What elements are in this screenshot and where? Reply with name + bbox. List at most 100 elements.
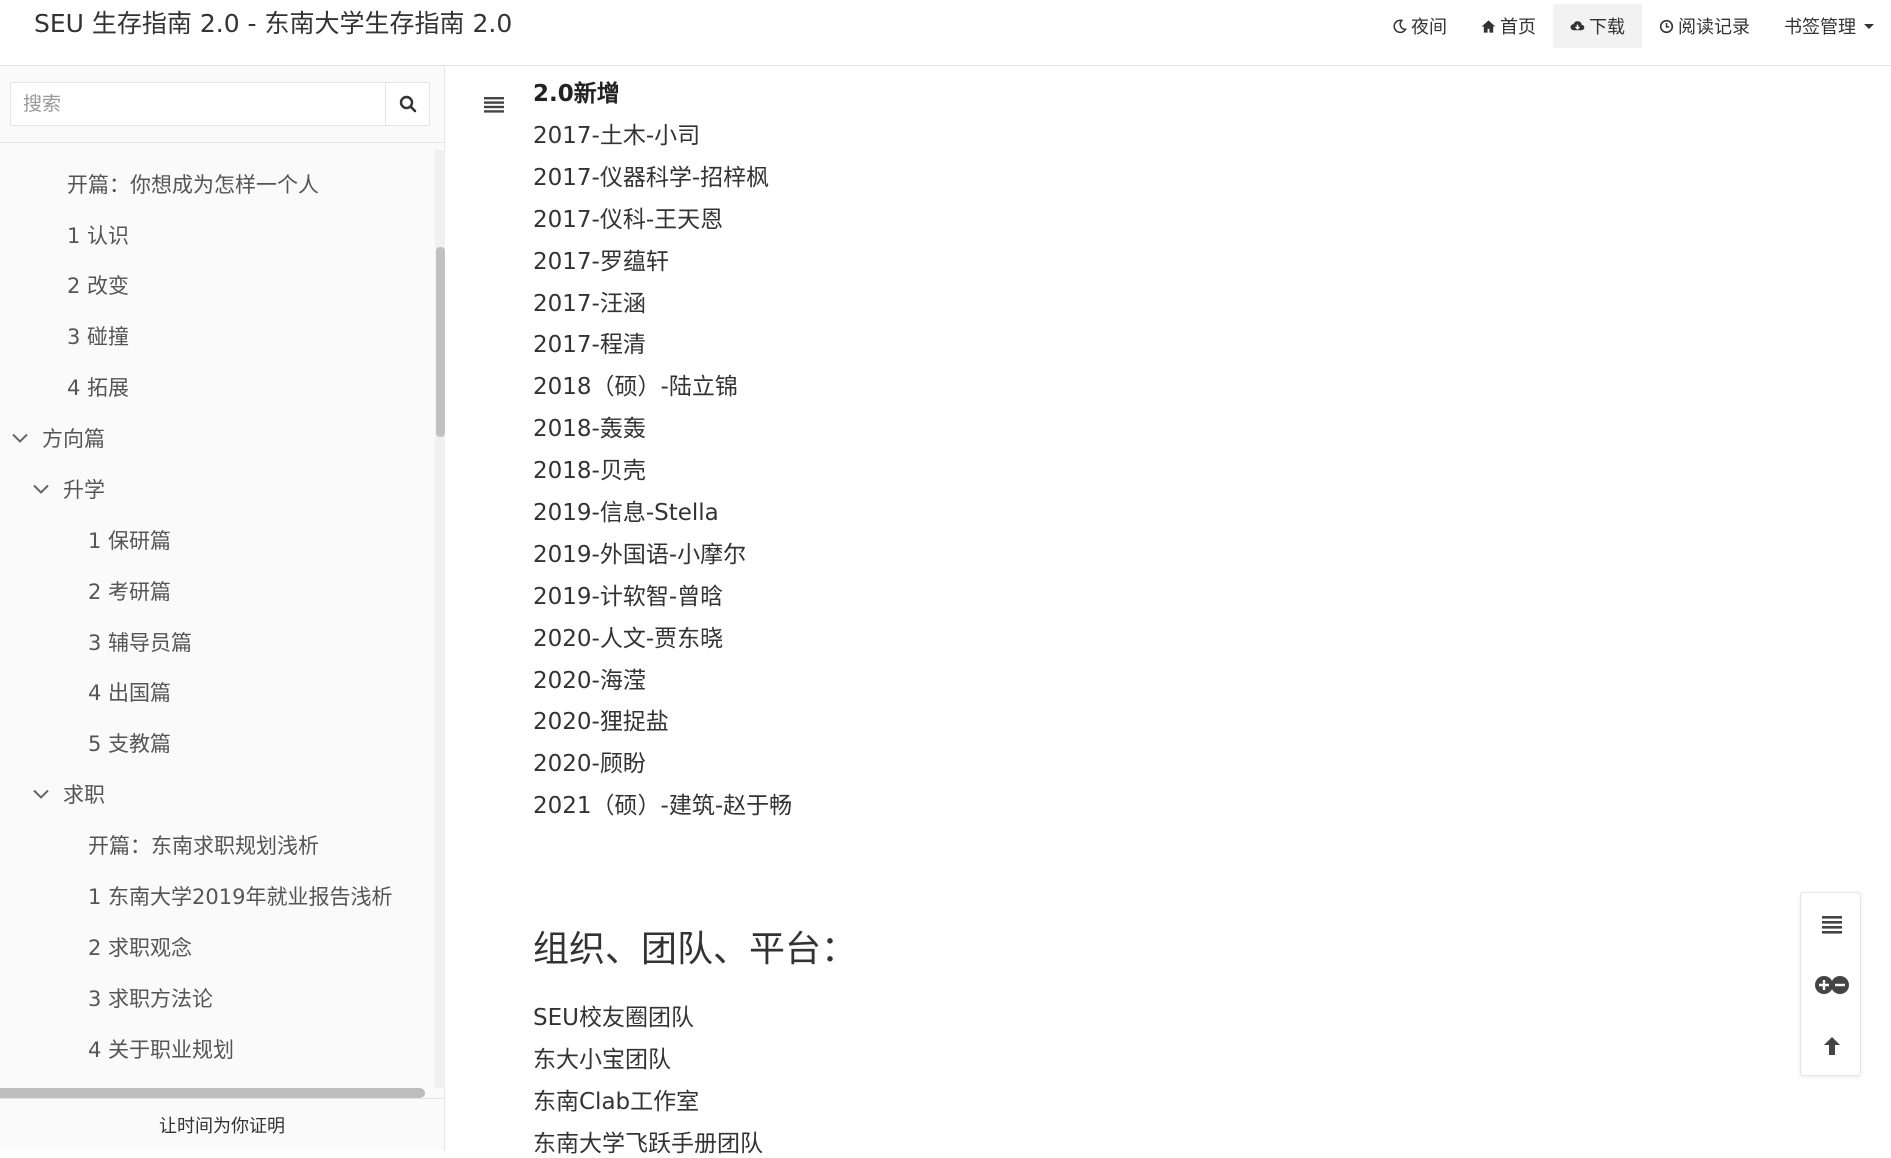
sidebar-divider — [0, 142, 444, 143]
toc-item-label: 2 考研篇 — [88, 580, 172, 604]
author-line: 2018-贝壳 — [533, 458, 646, 484]
cloud-download-icon — [1570, 19, 1585, 34]
back-to-top-button[interactable] — [1801, 1015, 1862, 1076]
author-line: 2019-外国语-小摩尔 — [533, 542, 747, 568]
top-nav: 夜间 首页 下载 阅读记录 书签管理 — [1375, 4, 1891, 48]
nav-night-label: 夜间 — [1411, 17, 1447, 38]
floating-toolbar — [1800, 892, 1861, 1076]
chevron-down-icon[interactable] — [31, 479, 51, 499]
sidebar-footer: 让时间为你证明 — [0, 1098, 444, 1151]
toc-item-label: 3 碰撞 — [67, 325, 130, 349]
clock-icon — [1659, 19, 1674, 34]
org-line: SEU校友圈团队 — [533, 1005, 694, 1031]
nav-bookmark-manager[interactable]: 书签管理 — [1767, 4, 1891, 48]
author-line: 2017-仪器科学-招梓枫 — [533, 165, 770, 191]
zoom-plus-minus-icon — [1814, 975, 1849, 994]
nav-download[interactable]: 下载 — [1553, 4, 1642, 48]
toc-toggle-button[interactable] — [482, 92, 506, 116]
author-line: 2018-轰轰 — [533, 416, 646, 442]
toc-item-label: 1 东南大学2019年就业报告浅析 — [88, 885, 393, 909]
search-input[interactable] — [11, 83, 385, 125]
toc-item-label: 3 求职方法论 — [88, 987, 214, 1011]
section-new-in-2-0: 2.0新增 — [533, 81, 620, 107]
toc-item-label: 2 求职观念 — [88, 936, 193, 960]
chevron-down-icon[interactable] — [10, 428, 30, 448]
site-title[interactable]: SEU 生存指南 2.0 - 东南大学生存指南 2.0 — [34, 8, 512, 40]
nav-reading-history[interactable]: 阅读记录 — [1642, 4, 1767, 48]
toc-item[interactable]: 3 辅导员篇 — [88, 622, 192, 662]
home-icon — [1481, 19, 1496, 34]
author-line: 2017-罗蕴轩 — [533, 249, 669, 275]
toc-item-label: 5 支教篇 — [88, 732, 172, 756]
toc-section-direction[interactable]: 方向篇 — [10, 418, 105, 458]
nav-home[interactable]: 首页 — [1464, 4, 1553, 48]
toc-item-label: 4 关于职业规划 — [88, 1038, 235, 1062]
toc-item-label: 开篇：东南求职规划浅析 — [88, 834, 319, 858]
moon-icon — [1392, 18, 1407, 34]
toc-item[interactable]: 3 碰撞 — [67, 316, 129, 356]
author-line: 2017-仪科-王天恩 — [533, 207, 724, 233]
sidebar-horizontal-scrollbar[interactable] — [0, 1088, 425, 1098]
nav-night-mode[interactable]: 夜间 — [1375, 4, 1464, 48]
toc-section-label: 升学 — [63, 478, 105, 502]
search-button[interactable] — [385, 83, 429, 125]
toc-item[interactable]: 4 出国篇 — [88, 672, 171, 712]
org-line: 东南大学飞跃手册团队 — [533, 1131, 763, 1157]
search-icon — [399, 95, 416, 113]
arrow-up-icon — [1823, 1036, 1840, 1055]
toc-item[interactable]: 1 认识 — [67, 215, 129, 255]
search-box — [10, 82, 430, 126]
toc-item-label: 1 保研篇 — [88, 529, 172, 553]
author-line: 2018（硕）-陆立锦 — [533, 374, 738, 400]
toc-item-label: 4 出国篇 — [88, 681, 172, 705]
toc-section-job-hunting[interactable]: 求职 — [31, 774, 105, 814]
chevron-down-icon[interactable] — [31, 784, 51, 804]
toc-item[interactable]: 2 改变 — [67, 265, 129, 305]
toc-item[interactable]: 4 拓展 — [67, 367, 129, 407]
author-line: 2020-海滢 — [533, 668, 646, 694]
toc-section-label: 方向篇 — [42, 427, 105, 451]
toc-item-label: 开篇：你想成为怎样一个人 — [67, 173, 319, 197]
author-line: 2019-计软智-曾晗 — [533, 584, 724, 610]
toc-section-further-study[interactable]: 升学 — [31, 469, 105, 509]
font-size-button[interactable] — [1801, 954, 1862, 1015]
nav-download-label: 下载 — [1589, 17, 1625, 38]
table-of-contents: 开篇：你想成为怎样一个人 1 认识 2 改变 3 碰撞 4 拓展 方向篇 升学 … — [0, 150, 432, 1088]
author-line: 2020-人文-贾东晓 — [533, 626, 724, 652]
list-icon — [484, 97, 504, 113]
toc-item-label: 2 改变 — [67, 274, 130, 298]
nav-bookmark-label: 书签管理 — [1784, 17, 1856, 38]
toc-item[interactable]: 1 东南大学2019年就业报告浅析 — [88, 876, 392, 916]
float-toc-button[interactable] — [1801, 893, 1862, 954]
author-line: 2017-程清 — [533, 332, 646, 358]
toc-item-label: 3 辅导员篇 — [88, 631, 193, 655]
org-line: 东南Clab工作室 — [533, 1089, 700, 1115]
author-line: 2017-汪涵 — [533, 291, 646, 317]
caret-down-icon — [1864, 23, 1874, 29]
toc-item[interactable]: 4 关于职业规划 — [88, 1029, 234, 1069]
author-line: 2017-土木-小司 — [533, 123, 701, 149]
nav-home-label: 首页 — [1500, 17, 1536, 38]
org-heading: 组织、团队、平台： — [533, 929, 858, 970]
top-bar: SEU 生存指南 2.0 - 东南大学生存指南 2.0 夜间 首页 下载 阅读记… — [0, 0, 1891, 66]
toc-item[interactable]: 开篇：东南求职规划浅析 — [88, 825, 319, 865]
toc-item[interactable]: 2 考研篇 — [88, 571, 171, 611]
toc-item-label: 1 认识 — [67, 224, 130, 248]
toc-item[interactable]: 1 保研篇 — [88, 520, 171, 560]
toc-item-label: 4 拓展 — [67, 376, 130, 400]
author-line: 2021（硕）-建筑-赵于畅 — [533, 793, 793, 819]
author-line: 2020-狸捉盐 — [533, 709, 669, 735]
toc-item[interactable]: 2 求职观念 — [88, 927, 192, 967]
org-line: 东大小宝团队 — [533, 1047, 671, 1073]
toc-item[interactable]: 5 支教篇 — [88, 723, 171, 763]
author-line: 2019-信息-Stella — [533, 500, 719, 526]
nav-reading-history-label: 阅读记录 — [1678, 17, 1750, 38]
sidebar: 开篇：你想成为怎样一个人 1 认识 2 改变 3 碰撞 4 拓展 方向篇 升学 … — [0, 66, 445, 1151]
author-line: 2020-顾盼 — [533, 751, 646, 777]
toc-item[interactable]: 开篇：你想成为怎样一个人 — [67, 164, 319, 204]
list-icon — [1821, 915, 1842, 934]
toc-item[interactable]: 3 求职方法论 — [88, 978, 213, 1018]
toc-section-label: 求职 — [63, 783, 105, 807]
scrollbar-thumb[interactable] — [436, 247, 445, 437]
sidebar-vertical-scrollbar[interactable] — [435, 150, 445, 1088]
